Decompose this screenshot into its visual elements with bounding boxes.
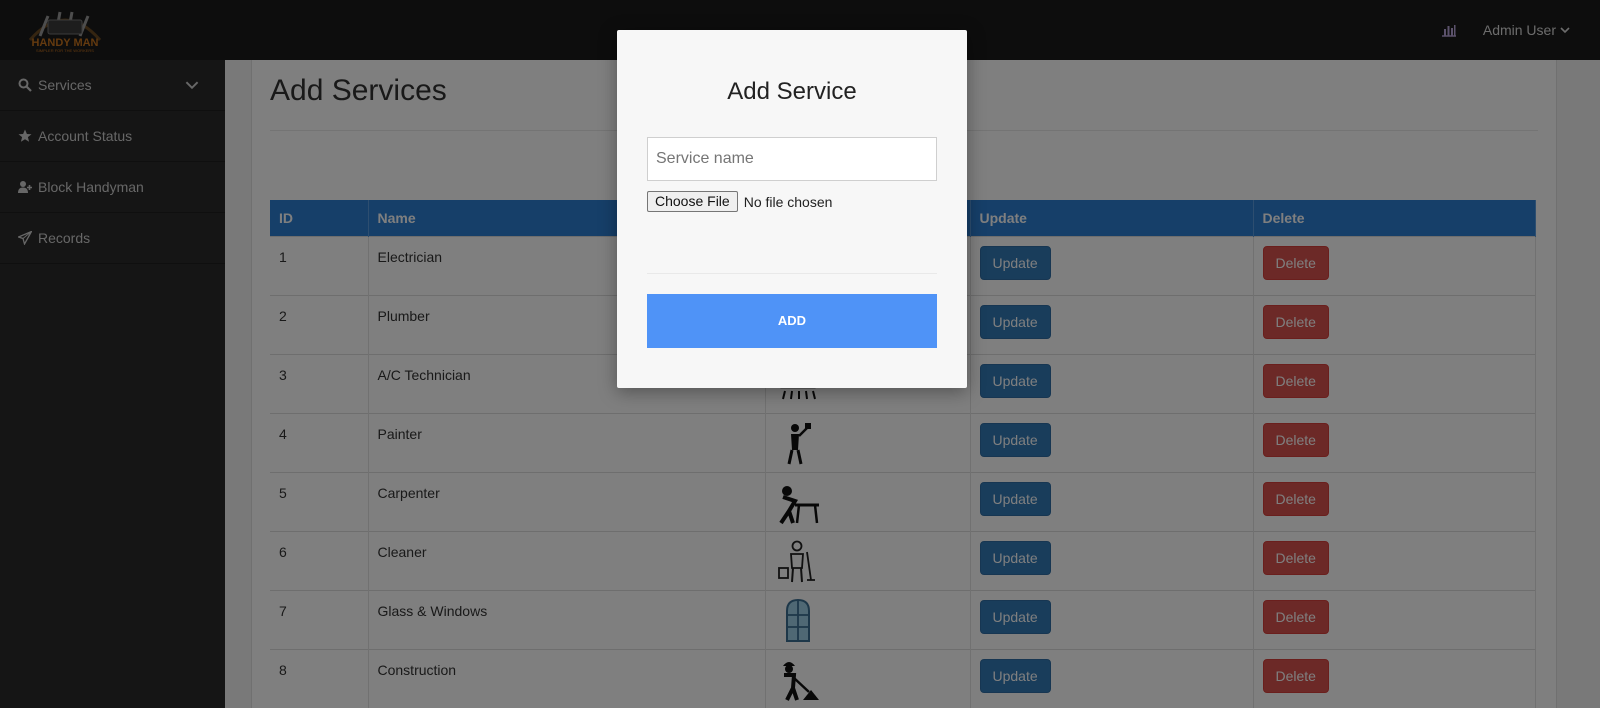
file-status: No file chosen xyxy=(743,193,833,210)
modal-title: Add Service xyxy=(727,78,857,105)
add-button[interactable]: ADD xyxy=(647,294,937,348)
add-service-modal: Add Service Choose File No file chosen A… xyxy=(617,30,967,388)
divider xyxy=(647,273,937,274)
service-name-input[interactable] xyxy=(647,137,937,181)
choose-file-button[interactable]: Choose File xyxy=(647,191,738,212)
file-upload: Choose File No file chosen xyxy=(647,191,832,212)
